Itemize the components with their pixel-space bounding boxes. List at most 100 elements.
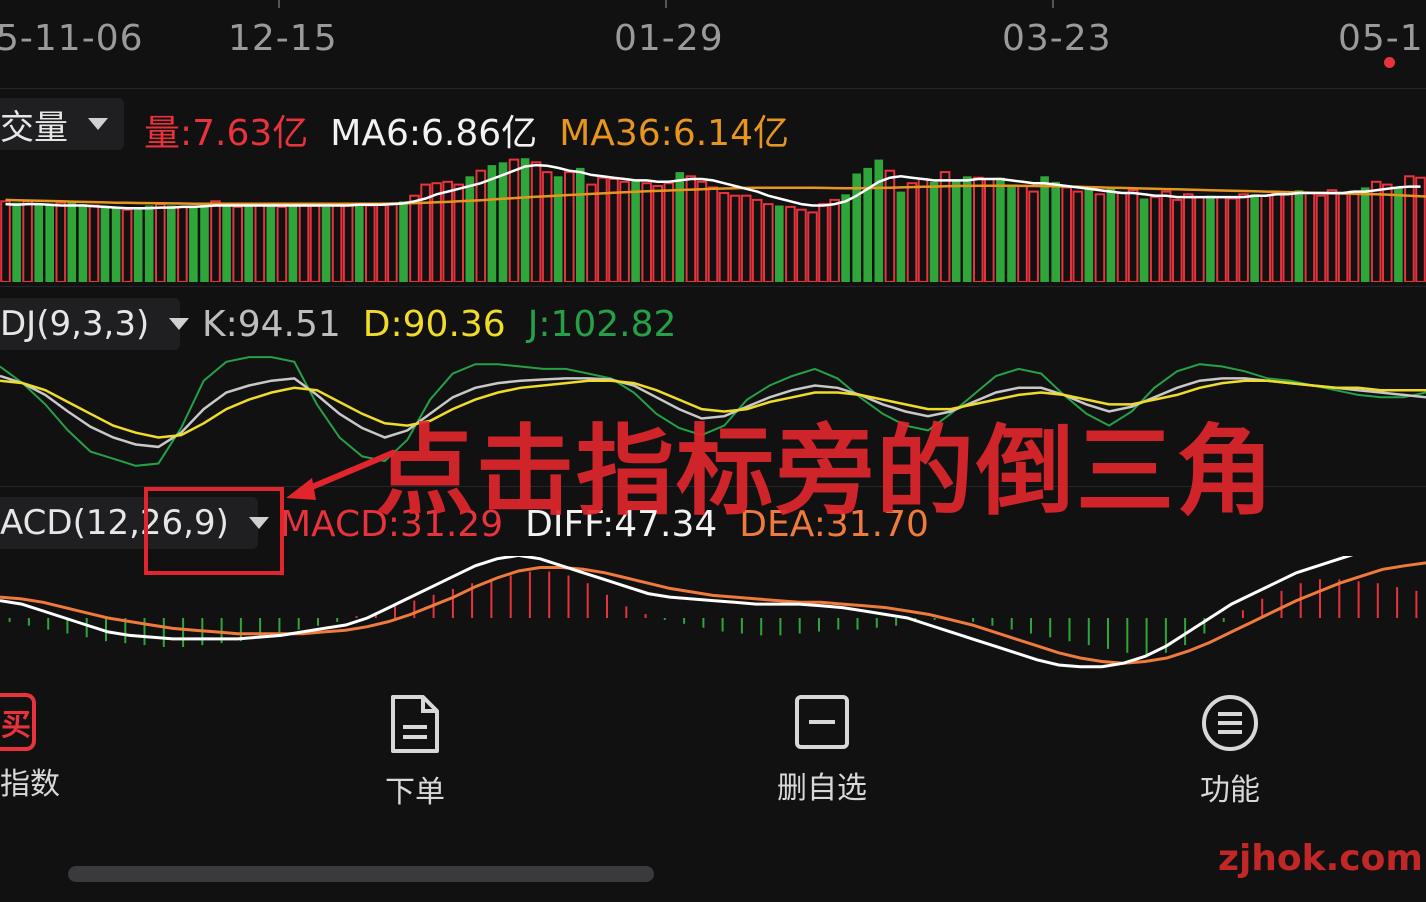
dropdown-triangle-icon[interactable]: [88, 118, 108, 130]
annotation-arrow: [286, 449, 397, 500]
volume-bar-down: [321, 206, 331, 282]
volume-bar-up: [763, 203, 774, 282]
volume-bar-up: [331, 203, 343, 282]
date-label: 05-1: [1338, 18, 1424, 59]
nav-order[interactable]: 下单: [345, 693, 485, 811]
kdj-values: K:94.51 D:90.36 J:102.82: [202, 304, 676, 345]
volume-bar-up: [796, 208, 807, 282]
nav-remove-label: 删自选: [777, 771, 867, 806]
volume-bar-up: [298, 204, 310, 282]
volume-bar-down: [1040, 176, 1049, 282]
volume-bar-down: [12, 202, 21, 282]
volume-bar-up: [785, 205, 796, 282]
volume-bar-down: [399, 201, 408, 282]
volume-bar-down: [78, 204, 88, 282]
macd-dea-line: [0, 561, 1426, 665]
date-label: 01-29: [614, 18, 724, 59]
volume-bar-down: [962, 176, 972, 282]
volume-bar-up: [55, 201, 67, 282]
volume-bar-down: [775, 205, 784, 282]
nav-functions[interactable]: 功能: [1160, 693, 1300, 809]
volume-bar-up: [376, 203, 387, 282]
volume-bar-up: [1271, 192, 1283, 282]
volume-bar-down: [1051, 181, 1060, 282]
volume-bar-up: [586, 183, 597, 282]
nav-remove-watchlist[interactable]: 删自选: [752, 693, 892, 807]
volume-bar-up: [1337, 192, 1349, 282]
volume-bar-down: [1250, 194, 1259, 282]
dropdown-triangle-icon[interactable]: [169, 318, 190, 330]
nav-index-label: 指数: [0, 767, 60, 802]
volume-bar-up: [309, 203, 321, 282]
volume-bar-down: [487, 165, 497, 282]
volume-bar-down: [553, 176, 563, 282]
volume-bar-down: [874, 159, 884, 282]
volume-bar-up: [1160, 190, 1172, 282]
volume-bar-up: [1017, 185, 1028, 282]
volume-bar-down: [355, 202, 364, 282]
horizontal-scrollbar[interactable]: [68, 866, 654, 882]
volume-bar-up: [1194, 196, 1205, 282]
volume-bar-down: [1084, 186, 1094, 282]
volume-bar-down: [520, 158, 530, 282]
document-icon: [391, 695, 439, 753]
volume-bar-up: [818, 203, 829, 282]
date-label: 03-23: [1002, 18, 1112, 59]
volume-bar-up: [652, 185, 664, 282]
volume-bar-up: [475, 169, 487, 282]
volume-bar-up: [641, 182, 653, 282]
volume-indicator-selector[interactable]: 交量: [0, 98, 124, 150]
volume-bar-up: [1072, 190, 1084, 282]
ma36-label: MA36:6.14亿: [559, 113, 789, 154]
volume-bar-up: [1260, 194, 1272, 282]
volume-bar-down: [1106, 187, 1116, 282]
volume-bar-down: [222, 205, 231, 282]
volume-bar-up: [1127, 189, 1139, 282]
date-axis: 5-11-06 12-15 01-29 03-23 05-1: [0, 0, 1426, 89]
volume-bar-down: [1007, 184, 1016, 282]
kdj-k-label: K:94.51: [202, 304, 341, 345]
volume-bar-down: [841, 194, 850, 282]
volume-label: 量:7.63亿: [144, 113, 309, 154]
volume-bar-up: [751, 198, 763, 282]
kdj-indicator-selector[interactable]: DJ(9,3,3): [0, 298, 190, 350]
volume-bar-up: [1348, 190, 1360, 282]
volume-bar-up: [608, 178, 619, 282]
volume-bar-down: [675, 172, 685, 282]
volume-bar-down: [1394, 187, 1403, 282]
volume-bar-down: [67, 201, 77, 282]
volume-bar-down: [996, 177, 1005, 282]
volume-bar-up: [807, 211, 818, 282]
date-tick: [665, 0, 667, 8]
volume-bar-up: [442, 180, 453, 282]
watermark: zjhok.com: [1218, 838, 1423, 879]
minus-square-icon: [795, 695, 849, 749]
volume-bar-up: [917, 178, 929, 282]
volume-bar-down: [1206, 195, 1215, 282]
volume-bar-down: [189, 205, 198, 282]
volume-bar-down: [244, 205, 253, 282]
nav-functions-label: 功能: [1200, 773, 1260, 808]
volume-bar-down: [167, 205, 176, 282]
volume-bar-down: [863, 167, 872, 282]
volume-bar-up: [707, 186, 719, 282]
volume-bar-up: [718, 192, 730, 282]
volume-bar-down: [896, 191, 906, 282]
volume-bar-up: [1149, 196, 1161, 282]
volume-bar-up: [541, 171, 553, 282]
nav-order-label: 下单: [385, 775, 445, 810]
volume-chart: [0, 158, 1426, 282]
ma6-label: MA6:6.86亿: [330, 113, 538, 154]
buy-icon: 买: [0, 693, 36, 751]
volume-bar-up: [1238, 193, 1249, 282]
nav-index[interactable]: 买 指数: [0, 693, 90, 803]
volume-bar-up: [232, 205, 243, 282]
volume-bar-down: [288, 204, 298, 282]
volume-bar-down: [1360, 187, 1370, 282]
volume-bar-down: [144, 205, 154, 282]
volume-bar-up: [619, 180, 630, 282]
volume-bar-down: [631, 180, 640, 282]
volume-bar-up: [740, 194, 752, 282]
volume-bar-up: [939, 171, 951, 282]
volume-bar-up: [342, 204, 354, 282]
